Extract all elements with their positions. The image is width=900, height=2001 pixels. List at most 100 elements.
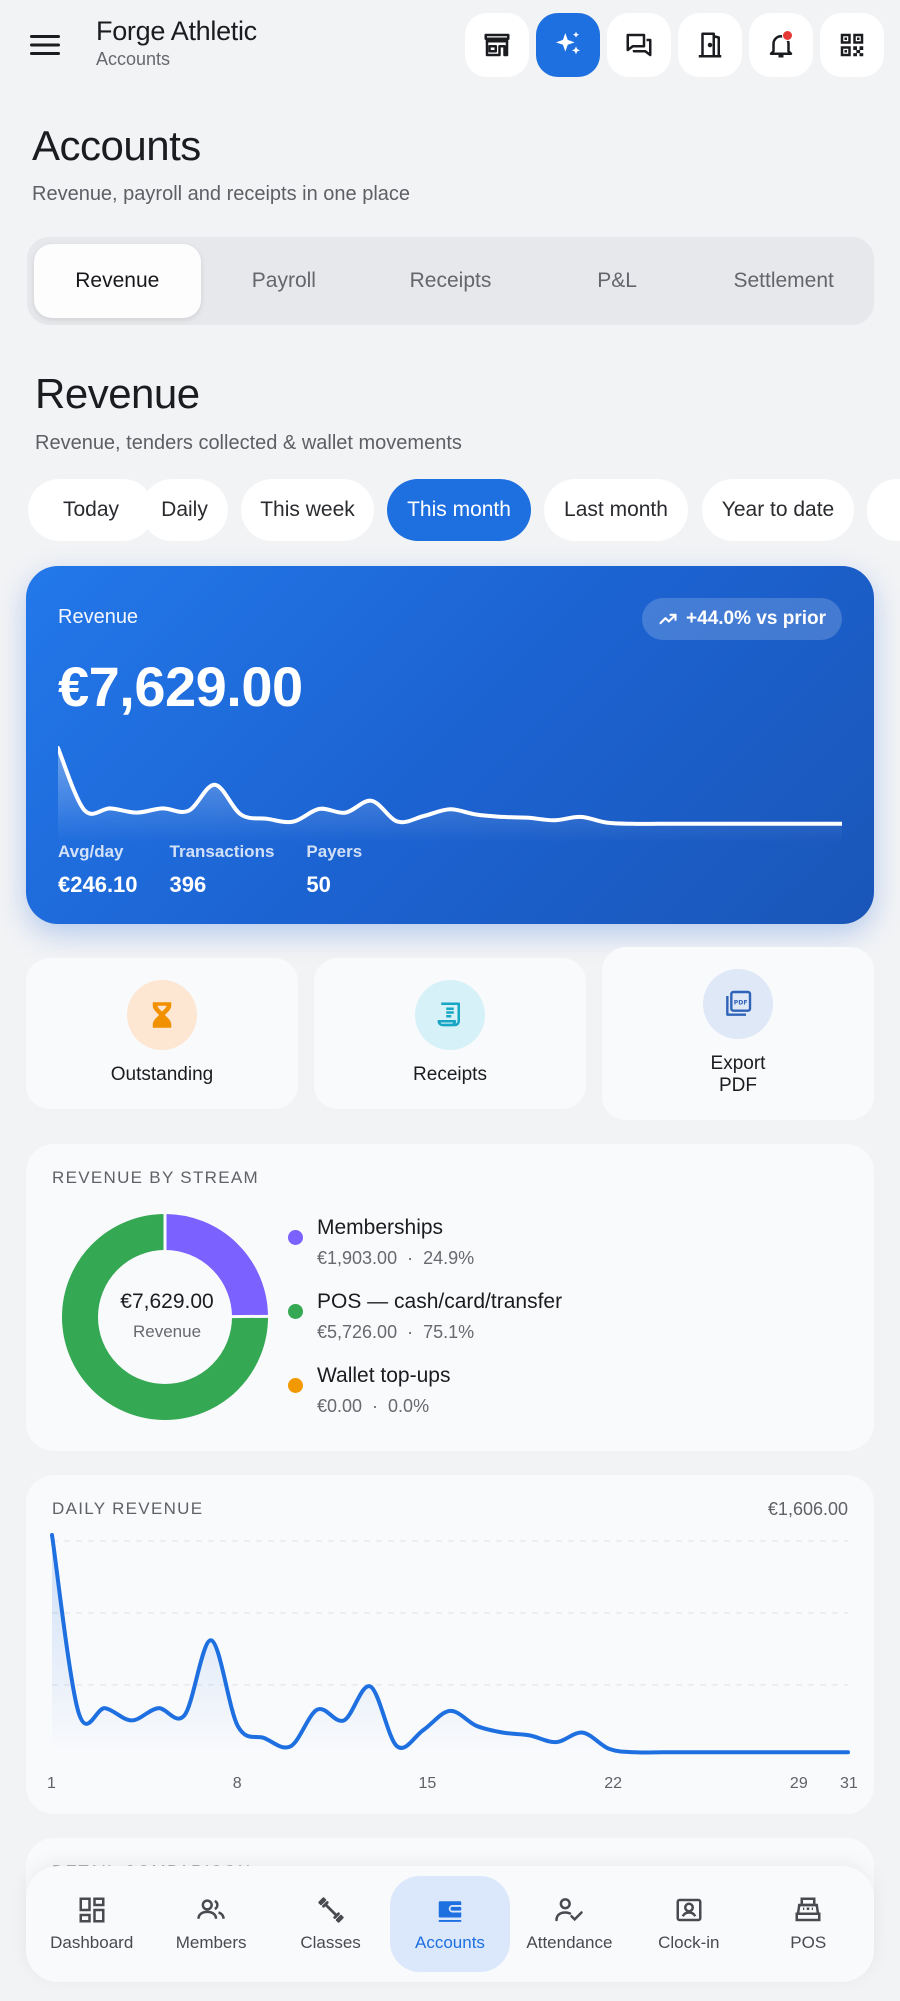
donut-total: €7,629.00: [120, 1290, 214, 1313]
period-chips: Today Daily This week This month Last mo…: [28, 479, 900, 541]
stat-label: Transactions: [169, 842, 275, 861]
nav-clock-in[interactable]: Clock-in: [629, 1876, 748, 1972]
donut-label: Revenue: [132, 1322, 202, 1341]
receipts-label: Receipts: [413, 1064, 487, 1085]
nav-dashboard[interactable]: Dashboard: [32, 1876, 151, 1972]
section-subtitle: Revenue, tenders collected & wallet move…: [35, 432, 462, 454]
revenue-hero-card[interactable]: Revenue +44.0% vs prior €7,629.00 Avg/da…: [26, 566, 874, 924]
hourglass-icon: [152, 1002, 172, 1028]
stream-card-title: REVENUE BY STREAM: [52, 1168, 259, 1187]
outstanding-label: Outstanding: [110, 1064, 214, 1085]
receipts-card[interactable]: Receipts: [314, 958, 586, 1109]
hamburger-menu-icon: [30, 35, 60, 55]
stat-label: Payers: [306, 842, 363, 861]
legend-name: Wallet top-ups: [317, 1364, 451, 1387]
nav-classes[interactable]: Classes: [271, 1876, 390, 1972]
nav-members[interactable]: Members: [151, 1876, 270, 1972]
notifications-button[interactable]: [749, 13, 813, 77]
store-icon: [484, 33, 510, 57]
receipt-icon: [437, 1002, 460, 1027]
stat-avg-day: Avg/day €246.10: [58, 842, 138, 898]
daily-area: [52, 1535, 848, 1753]
hero-sparkline: [58, 746, 842, 842]
receipts-icon-wrap: [415, 980, 485, 1050]
menu-button[interactable]: [24, 24, 66, 66]
x-tick-label: 15: [418, 1775, 437, 1792]
stat-label: Avg/day: [58, 842, 124, 861]
legend-amount: €0.00: [317, 1396, 363, 1416]
export-pdf-icon-wrap: PDF: [703, 969, 773, 1039]
attendance-icon: [555, 1898, 584, 1922]
hero-stats: Avg/day €246.10 Transactions 396 Payers …: [58, 842, 394, 898]
x-tick-label: 31: [840, 1775, 858, 1792]
sparkle-icon: [556, 31, 580, 55]
nav-label: Attendance: [526, 1933, 613, 1952]
svg-text:PDF: PDF: [734, 1000, 748, 1007]
legend-value: €0.00 · 0.0%: [317, 1396, 430, 1416]
legend-item-memberships: Memberships €1,903.00 · 24.9%: [288, 1216, 562, 1290]
legend-percent: 24.9%: [423, 1248, 475, 1268]
chip-today[interactable]: Today: [28, 479, 154, 541]
clock-in-icon: [676, 1898, 702, 1922]
messages-button[interactable]: [607, 13, 671, 77]
notification-badge: [782, 30, 793, 41]
x-tick-label: 1: [47, 1775, 56, 1792]
tab-pnl[interactable]: P&L: [534, 244, 701, 318]
change-badge: +44.0% vs prior: [642, 598, 842, 640]
door-icon: [698, 32, 722, 58]
sparkline-area: [58, 748, 842, 842]
nav-pos[interactable]: POS: [749, 1876, 868, 1972]
tab-receipts[interactable]: Receipts: [367, 244, 534, 318]
top-actions: [465, 13, 884, 77]
legend-dot: [288, 1230, 303, 1245]
chart-gridlines: [52, 1540, 848, 1686]
export-pdf-card[interactable]: PDF Export PDF: [602, 947, 874, 1120]
pos-icon: [795, 1897, 821, 1922]
nav-label: Accounts: [415, 1933, 485, 1952]
nav-label: Members: [175, 1933, 247, 1952]
daily-revenue-chart: [50, 1533, 850, 1755]
outstanding-icon-wrap: [127, 980, 197, 1050]
qr-code-button[interactable]: [820, 13, 884, 77]
revenue-by-stream-card: REVENUE BY STREAM €7,629.00 Revenue Memb…: [26, 1144, 874, 1451]
legend-dot: [288, 1304, 303, 1319]
outstanding-card[interactable]: Outstanding: [26, 958, 298, 1109]
tab-settlement[interactable]: Settlement: [700, 244, 867, 318]
chip-last-month[interactable]: Last month: [544, 479, 688, 541]
x-tick-label: 22: [604, 1775, 622, 1792]
chat-icon: [626, 33, 652, 57]
chip-year-to-date[interactable]: Year to date: [702, 479, 854, 541]
tab-revenue[interactable]: Revenue: [34, 244, 201, 318]
legend-percent: 0.0%: [388, 1396, 430, 1416]
revenue-amount: €7,629.00: [58, 655, 303, 718]
qr-code-icon: [840, 33, 864, 57]
stat-transactions: Transactions 396: [170, 842, 275, 898]
nav-attendance[interactable]: Attendance: [510, 1876, 629, 1972]
nav-label: Dashboard: [50, 1933, 134, 1952]
stat-payers: Payers 50: [306, 842, 362, 898]
export-pdf-label-line1: Export: [710, 1053, 766, 1074]
door-button[interactable]: [678, 13, 742, 77]
assistant-button[interactable]: [536, 13, 600, 77]
store-button[interactable]: [465, 13, 529, 77]
x-tick-label: 8: [232, 1775, 242, 1792]
legend-name: POS — cash/card/transfer: [317, 1290, 563, 1313]
chip-daily[interactable]: Daily: [141, 479, 228, 541]
section-title: Revenue: [35, 370, 200, 417]
daily-revenue-card: DAILY REVENUE €1,606.00 1 8 15 22 29 31: [26, 1475, 874, 1814]
change-text: +44.0% vs prior: [686, 608, 826, 629]
chip-more[interactable]: [867, 479, 900, 541]
tab-payroll[interactable]: Payroll: [201, 244, 368, 318]
chip-this-week[interactable]: This week: [241, 479, 374, 541]
nav-label: Classes: [300, 1933, 361, 1952]
chip-this-month[interactable]: This month: [387, 479, 531, 541]
nav-accounts[interactable]: Accounts: [390, 1876, 510, 1972]
app-subtitle: Accounts: [96, 49, 171, 69]
dumbbell-icon: [317, 1897, 344, 1923]
x-tick-label: 29: [789, 1775, 808, 1792]
export-pdf-label-line2: PDF: [718, 1075, 757, 1096]
daily-card-title: DAILY REVENUE: [52, 1499, 204, 1518]
nav-label: POS: [790, 1933, 827, 1952]
app-title: Forge Athletic: [96, 16, 257, 46]
page-title: Accounts: [32, 122, 201, 169]
